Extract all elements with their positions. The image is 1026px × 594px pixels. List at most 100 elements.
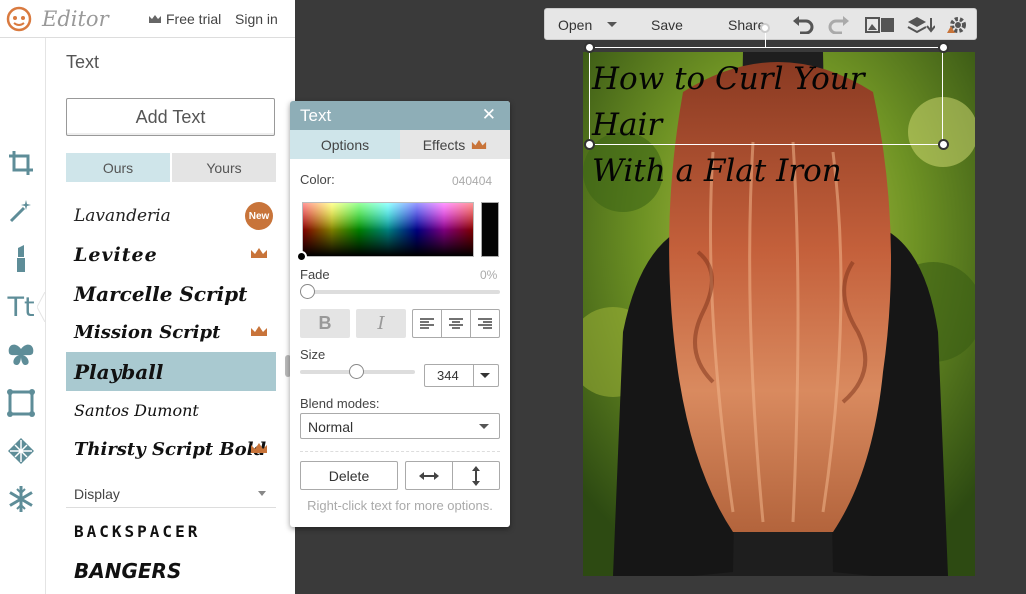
chevron-down-icon bbox=[479, 424, 489, 429]
font-name: BANGERS bbox=[74, 558, 182, 583]
flip-group bbox=[405, 461, 500, 490]
free-trial-link[interactable]: Free trial bbox=[148, 11, 221, 27]
bold-button[interactable]: B bbox=[300, 309, 350, 338]
color-label: Color: bbox=[300, 172, 335, 187]
compare-icon[interactable] bbox=[865, 17, 895, 33]
fade-slider-track[interactable] bbox=[302, 290, 500, 294]
font-item-santos-dumont[interactable]: Santos Dumont bbox=[66, 391, 276, 430]
delete-button[interactable]: Delete bbox=[300, 461, 398, 490]
font-item-thirsty-script-bold[interactable]: Thirsty Script Bold bbox=[66, 430, 276, 469]
text-tool[interactable]: Tt bbox=[4, 290, 38, 324]
settings-gear-icon[interactable] bbox=[946, 15, 968, 35]
bold-label: B bbox=[318, 313, 332, 333]
frames-tool[interactable] bbox=[4, 386, 38, 420]
layers-icon[interactable] bbox=[907, 16, 935, 34]
themes-tool[interactable] bbox=[4, 482, 38, 516]
italic-label: I bbox=[377, 313, 385, 334]
effects-tool[interactable] bbox=[4, 194, 38, 228]
close-icon[interactable]: ✕ bbox=[482, 105, 496, 125]
magic-wand-icon bbox=[9, 200, 31, 223]
align-center-button[interactable] bbox=[442, 310, 471, 337]
tab-effects-label: Effects bbox=[422, 136, 466, 153]
resize-handle-bottom-left[interactable] bbox=[584, 139, 595, 150]
flip-horizontal-icon bbox=[419, 471, 439, 480]
dialog-header: Text ✕ bbox=[290, 101, 510, 130]
butterfly-icon bbox=[8, 344, 34, 365]
fade-value: 0% bbox=[480, 268, 498, 282]
italic-button[interactable]: I bbox=[356, 309, 406, 338]
chevron-down-icon bbox=[258, 491, 266, 496]
resize-handle-bottom-right[interactable] bbox=[938, 139, 949, 150]
font-item-playball[interactable]: Playball bbox=[66, 352, 276, 391]
font-name: Marcelle Script bbox=[74, 281, 248, 306]
alignment-group bbox=[412, 309, 500, 338]
delete-label: Delete bbox=[328, 467, 370, 484]
font-item-bangers[interactable]: BANGERS bbox=[66, 551, 276, 590]
add-text-button[interactable]: Add Text bbox=[66, 98, 275, 136]
align-right-button[interactable] bbox=[471, 310, 499, 337]
blend-mode-select[interactable]: Normal bbox=[300, 413, 500, 439]
crown-icon bbox=[472, 140, 487, 149]
font-source-tabs: Ours Yours bbox=[66, 153, 276, 182]
monkey-logo-icon[interactable] bbox=[6, 6, 32, 32]
blend-modes-label: Blend modes: bbox=[300, 396, 380, 411]
app-title: Editor bbox=[42, 7, 109, 31]
resize-handle-top-left[interactable] bbox=[584, 42, 595, 53]
fade-label: Fade bbox=[300, 267, 330, 282]
align-left-button[interactable] bbox=[413, 310, 442, 337]
tab-effects[interactable]: Effects bbox=[400, 130, 510, 159]
save-button[interactable]: Save bbox=[651, 17, 683, 33]
fade-slider-knob[interactable] bbox=[300, 284, 315, 299]
snowflake-icon bbox=[9, 486, 33, 512]
font-item-mission-script[interactable]: Mission Script bbox=[66, 313, 276, 352]
tab-yours[interactable]: Yours bbox=[172, 153, 276, 182]
crown-icon bbox=[251, 248, 267, 258]
open-button[interactable]: Open bbox=[558, 17, 592, 33]
font-item-marcelle-script[interactable]: Marcelle Script bbox=[66, 274, 276, 313]
font-name: Levitee bbox=[74, 243, 158, 266]
flip-vertical-button[interactable] bbox=[453, 462, 499, 489]
font-name: Playball bbox=[74, 359, 164, 384]
new-badge: New bbox=[245, 202, 273, 230]
font-item-backspacer[interactable]: BACKSPACER bbox=[66, 512, 276, 551]
rotate-handle[interactable] bbox=[760, 23, 770, 33]
size-label: Size bbox=[300, 347, 326, 362]
open-dropdown-icon[interactable] bbox=[607, 22, 617, 27]
sign-in-link[interactable]: Sign in bbox=[235, 11, 278, 27]
touch-up-tool[interactable] bbox=[4, 242, 38, 276]
text-selection-box[interactable] bbox=[589, 47, 943, 145]
size-value: 344 bbox=[437, 368, 459, 383]
lipstick-icon bbox=[17, 245, 25, 272]
font-category-select[interactable]: Display bbox=[66, 480, 276, 508]
undo-icon[interactable] bbox=[792, 16, 814, 34]
color-picker-marker[interactable] bbox=[296, 251, 307, 262]
text-tool-icon: Tt bbox=[7, 291, 35, 323]
font-item-lavanderia[interactable]: Lavanderia New bbox=[66, 196, 276, 235]
text-panel: Text Add Text Ours Yours Lavanderia New … bbox=[45, 38, 295, 594]
text-options-dialog: Text ✕ Options Effects Color: 040404 Fad… bbox=[290, 101, 510, 527]
redo-icon[interactable] bbox=[828, 16, 850, 34]
color-swatch[interactable] bbox=[481, 202, 499, 257]
dialog-tabs: Options Effects bbox=[290, 130, 510, 159]
font-name: BACKSPACER bbox=[74, 522, 201, 541]
font-item-levitee[interactable]: Levitee bbox=[66, 235, 276, 274]
align-left-icon bbox=[420, 317, 434, 329]
panel-title: Text bbox=[66, 52, 100, 72]
canvas-text-line-2: With a Flat Iron bbox=[592, 153, 842, 189]
overlays-tool[interactable] bbox=[4, 338, 38, 372]
crown-icon bbox=[251, 443, 267, 453]
font-list: Lavanderia New Levitee Marcelle Script M… bbox=[66, 196, 276, 469]
font-name: Mission Script bbox=[74, 322, 221, 343]
font-name: Lavanderia bbox=[74, 205, 171, 226]
crop-tool[interactable] bbox=[4, 146, 38, 180]
tab-options[interactable]: Options bbox=[290, 130, 400, 159]
resize-handle-top-right[interactable] bbox=[938, 42, 949, 53]
size-slider-knob[interactable] bbox=[349, 364, 364, 379]
flip-vertical-icon bbox=[472, 465, 480, 486]
flip-horizontal-button[interactable] bbox=[406, 462, 453, 489]
align-right-icon bbox=[478, 317, 492, 329]
textures-tool[interactable] bbox=[4, 434, 38, 468]
tab-ours[interactable]: Ours bbox=[66, 153, 170, 182]
size-input[interactable]: 344 bbox=[424, 364, 499, 387]
color-palette[interactable] bbox=[302, 202, 474, 257]
